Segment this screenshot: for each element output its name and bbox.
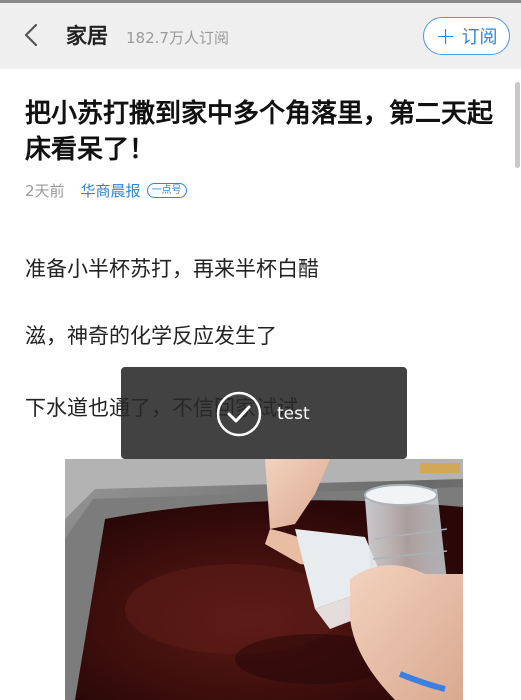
article-title: 把小苏打撒到家中多个角落里，第二天起床看呆了！: [25, 99, 494, 165]
chevron-left-icon: [24, 23, 38, 47]
toast-text: test: [277, 404, 310, 424]
check-circle-icon: [216, 391, 262, 437]
sink-photo-illustration: [65, 459, 463, 700]
toast-notification: test: [121, 367, 407, 459]
article-image[interactable]: [65, 459, 463, 700]
channel-header: 家居 182.7万人订阅 + 订阅: [0, 3, 521, 69]
channel-title: 家居: [66, 24, 108, 48]
publish-time: 2天前: [25, 181, 65, 200]
source-badge: 一点号: [146, 182, 187, 198]
article-meta: 2天前 华商晨报 一点号: [25, 179, 187, 201]
paragraph-1: 准备小半杯苏打，再来半杯白醋: [25, 257, 319, 281]
subscribe-label: 订阅: [461, 27, 498, 48]
scrollbar[interactable]: [515, 82, 520, 168]
plus-icon: +: [435, 22, 456, 50]
back-button[interactable]: [14, 18, 48, 52]
subscriber-count: 182.7万人订阅: [126, 29, 229, 47]
subscribe-button[interactable]: + 订阅: [423, 17, 510, 55]
source-link[interactable]: 华商晨报: [81, 180, 141, 201]
paragraph-2: 滋，神奇的化学反应发生了: [25, 324, 277, 348]
